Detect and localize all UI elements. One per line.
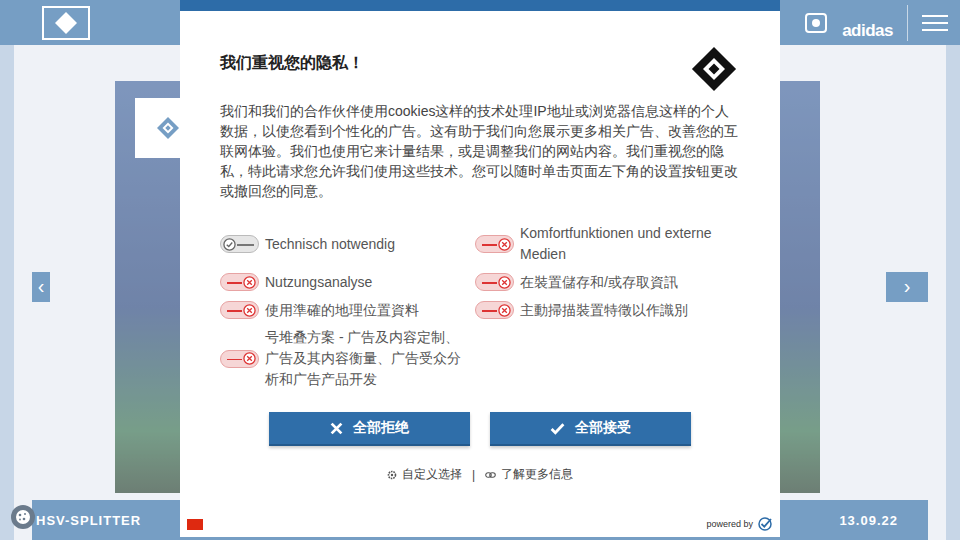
reject-all-button[interactable]: 全部拒绝 [269,412,470,446]
consent-toggle[interactable]: 在裝置儲存和/或存取資訊 [475,271,740,293]
consent-toggle[interactable]: Nutzungsanalyse [220,271,475,293]
toggle-label: Technisch notwendig [265,234,395,255]
cross-icon [498,304,511,317]
cookie-settings-button[interactable] [11,505,35,529]
powered-by: powered by [706,517,773,531]
cross-icon [498,238,511,251]
toggle-switch[interactable] [475,273,514,291]
consent-toggle[interactable]: 使用準確的地理位置資料 [220,299,475,321]
link-separator: | [472,468,475,482]
accept-all-button[interactable]: 全部接受 [490,412,691,446]
check-icon [223,238,236,251]
check-icon [550,422,565,435]
toggle-switch[interactable] [220,301,259,319]
consent-toggles: Technisch notwendig Komfortfunktionen und… [220,223,740,390]
cookie-icon [15,509,31,525]
cross-icon [498,276,511,289]
cross-icon [243,276,256,289]
consent-toggle[interactable]: 号堆叠方案 - 广告及内容定制、广告及其内容衡量、广告受众分析和广告产品开发 [220,327,475,390]
customize-link[interactable]: 自定义选择 [387,466,462,483]
consent-toggle[interactable]: Komfortfunktionen und externe Medien [475,223,740,265]
toggle-switch[interactable] [220,273,259,291]
toggle-label: 在裝置儲存和/或存取資訊 [520,272,678,293]
dialog-body: 我们和我们的合作伙伴使用cookies这样的技术处理IP地址或浏览器信息这样的个… [220,101,740,201]
toggle-switch[interactable] [475,301,514,319]
toggle-label: 号堆叠方案 - 广告及内容定制、广告及其内容衡量、广告受众分析和广告产品开发 [265,327,470,390]
consent-toggle[interactable]: Technisch notwendig [220,223,475,265]
close-icon [330,422,343,435]
more-info-link[interactable]: 了解更多信息 [485,466,573,483]
toggle-label: 主動掃描裝置特徵以作識別 [520,300,688,321]
cross-icon [243,352,256,365]
toggle-switch[interactable] [220,350,259,368]
gear-icon [387,470,397,480]
consent-dialog: 我们重视您的隐私！ 我们和我们的合作伙伴使用cookies这样的技术处理IP地址或… [180,0,780,537]
toggle-label: Komfortfunktionen und externe Medien [520,223,725,265]
provider-logo-icon [757,517,773,531]
consent-toggle[interactable]: 主動掃描裝置特徵以作識別 [475,299,740,321]
cross-icon [243,304,256,317]
dialog-logo-icon [688,43,740,95]
toggle-switch[interactable] [475,235,514,253]
toggle-label: 使用準確的地理位置資料 [265,300,419,321]
language-flag-icon[interactable] [187,519,203,530]
page: adidas‹›HSV-SPLITTER13.09.22我们重视您的隐私！我们和… [0,0,960,540]
dialog-title: 我们重视您的隐私！ [220,53,364,74]
link-icon [485,471,496,479]
toggle-switch[interactable] [220,235,259,253]
toggle-label: Nutzungsanalyse [265,272,372,293]
